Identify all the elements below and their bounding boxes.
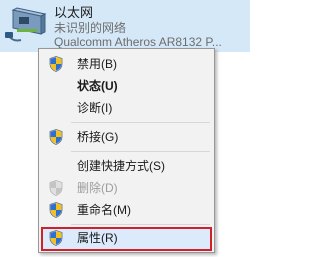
menu-item-label: 删除(D): [77, 181, 118, 195]
menu-item-rename[interactable]: 重命名(M): [41, 199, 212, 221]
adapter-device-name: Qualcomm Atheros AR8132 P...: [54, 35, 222, 49]
menu-item-create-shortcut[interactable]: 创建快捷方式(S): [41, 155, 212, 177]
menu-item-delete: 删除(D): [41, 177, 212, 199]
menu-item-label: 属性(R): [77, 231, 118, 245]
uac-shield-icon: [49, 180, 63, 196]
uac-shield-icon: [49, 202, 63, 218]
adapter-status: 未识别的网络: [54, 21, 127, 35]
menu-item-label: 重命名(M): [77, 203, 131, 217]
menu-item-properties[interactable]: 属性(R): [41, 227, 212, 251]
menu-item-diagnose[interactable]: 诊断(I): [41, 97, 212, 119]
menu-item-label: 禁用(B): [77, 57, 117, 71]
menu-item-label: 诊断(I): [77, 101, 113, 115]
uac-shield-icon: [49, 230, 63, 246]
menu-separator: [71, 224, 210, 225]
menu-item-status[interactable]: 状态(U): [41, 75, 212, 97]
menu-item-label: 状态(U): [77, 79, 118, 93]
network-adapter-icon: [5, 7, 47, 42]
menu-item-label: 桥接(G): [77, 130, 119, 144]
menu-item-disable[interactable]: 禁用(B): [41, 53, 212, 75]
menu-separator: [71, 151, 210, 152]
context-menu: 禁用(B) 状态(U) 诊断(I) 桥接(G) 创建快捷方式(S) 删除(D): [38, 48, 215, 253]
uac-shield-icon: [49, 129, 63, 145]
network-adapter-item[interactable]: 以太网 未识别的网络 Qualcomm Atheros AR8132 P...: [0, 0, 250, 52]
uac-shield-icon: [49, 56, 63, 72]
menu-item-bridge[interactable]: 桥接(G): [41, 126, 212, 148]
menu-separator: [71, 122, 210, 123]
menu-item-label: 创建快捷方式(S): [77, 159, 165, 173]
